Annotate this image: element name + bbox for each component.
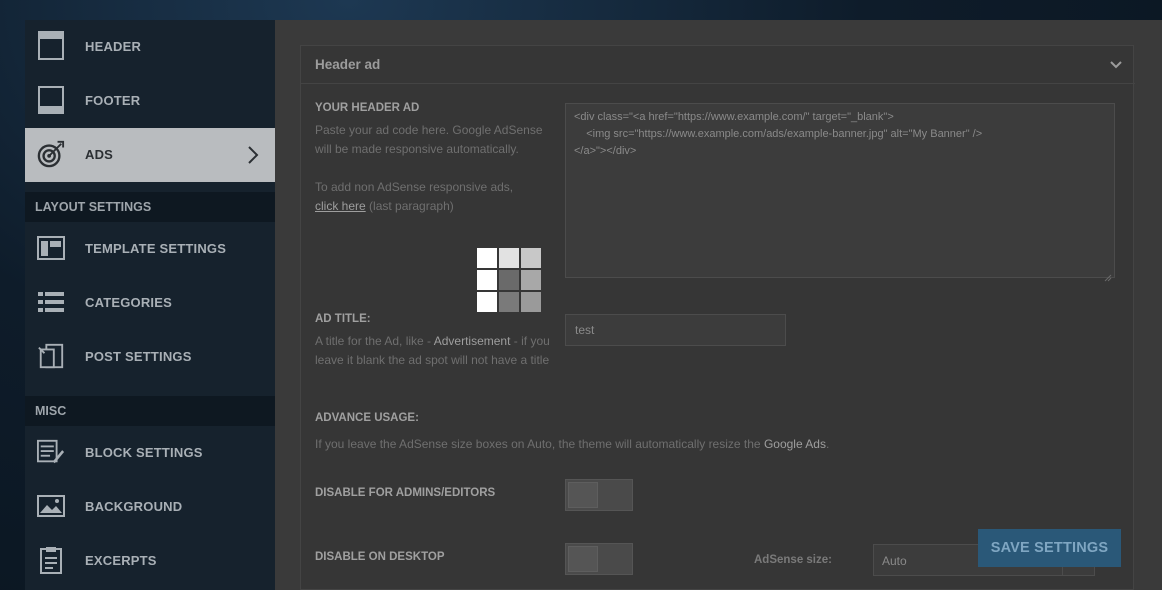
sidebar-item-footer[interactable]: FOOTER	[25, 74, 275, 128]
header-ad-nonadsense-note: To add non AdSense responsive ads, click…	[315, 180, 514, 213]
sidebar-item-template-settings[interactable]: TEMPLATE SETTINGS	[25, 222, 275, 276]
sidebar-item-label: EXCERPTS	[85, 553, 157, 568]
disable-desktop-label: DISABLE ON DESKTOP	[315, 551, 445, 563]
advance-usage-description: If you leave the AdSense size boxes on A…	[315, 437, 830, 451]
sidebar-item-post-settings[interactable]: POST SETTINGS	[25, 330, 275, 384]
sidebar-item-label: HEADER	[85, 39, 142, 54]
sidebar-item-label: CATEGORIES	[85, 295, 172, 310]
list-icon	[37, 287, 65, 317]
adsense-size-label: AdSense size:	[754, 554, 832, 566]
sidebar-section-misc: MISC	[25, 396, 275, 426]
sidebar-section-label: LAYOUT SETTINGS	[35, 200, 152, 214]
sidebar-item-ads[interactable]: ADS	[25, 128, 275, 182]
sidebar-item-label: BLOCK SETTINGS	[85, 445, 203, 460]
header-ad-label: YOUR HEADER AD	[315, 102, 420, 114]
disable-admins-label: DISABLE FOR ADMINS/EDITORS	[315, 487, 496, 499]
target-icon	[37, 139, 65, 169]
click-here-link[interactable]: click here	[315, 199, 366, 213]
disable-desktop-toggle[interactable]	[565, 543, 633, 575]
sidebar-item-categories[interactable]: CATEGORIES	[25, 276, 275, 330]
settings-sidebar: HEADER FOOTER ADS LAYOUT SETTINGS TEMPLA…	[25, 20, 275, 590]
sidebar-item-header[interactable]: HEADER	[25, 20, 275, 74]
disable-admins-toggle[interactable]	[565, 479, 633, 511]
code-line: </a>"></div>	[574, 145, 637, 157]
block-settings-icon	[37, 437, 65, 467]
sidebar-item-label: TEMPLATE SETTINGS	[85, 241, 227, 256]
post-settings-icon	[37, 341, 65, 371]
sidebar-item-block-settings[interactable]: BLOCK SETTINGS	[25, 426, 275, 480]
template-icon	[37, 233, 65, 263]
sidebar-item-label: POST SETTINGS	[85, 349, 192, 364]
sidebar-section-label: MISC	[35, 404, 67, 418]
ad-title-label: AD TITLE:	[315, 313, 371, 325]
ad-title-description: A title for the Ad, like - Advertisement…	[315, 334, 550, 367]
toggle-knob	[568, 482, 598, 508]
sidebar-item-label: ADS	[85, 147, 114, 162]
sidebar-item-excerpts[interactable]: EXCERPTS	[25, 534, 275, 588]
code-line: <img src="https://www.example.com/ads/ex…	[574, 128, 983, 140]
sidebar-item-label: BACKGROUND	[85, 499, 183, 514]
sidebar-item-background[interactable]: BACKGROUND	[25, 480, 275, 534]
header-ad-description: Paste your ad code here. Google AdSense …	[315, 123, 543, 156]
toggle-knob	[568, 546, 598, 572]
header-layout-icon	[37, 31, 65, 61]
sidebar-section-layout: LAYOUT SETTINGS	[25, 192, 275, 222]
ad-title-input[interactable]	[565, 314, 786, 346]
chevron-right-icon	[247, 145, 259, 165]
chevron-down-icon[interactable]	[1109, 58, 1123, 72]
save-settings-button[interactable]: SAVE SETTINGS	[978, 529, 1121, 567]
clipboard-icon	[37, 545, 65, 575]
footer-layout-icon	[37, 85, 65, 115]
resize-handle-icon[interactable]	[1104, 267, 1112, 282]
panel-header[interactable]: Header ad	[301, 46, 1135, 84]
sidebar-item-label: FOOTER	[85, 93, 141, 108]
adsense-size-value: Auto	[882, 554, 907, 568]
advance-usage-label: ADVANCE USAGE:	[315, 412, 419, 424]
image-icon	[37, 491, 65, 521]
header-ad-code-textarea[interactable]: <div class="<a href="https://www.example…	[565, 103, 1115, 282]
panel-title: Header ad	[315, 57, 381, 72]
loading-spinner-icon	[477, 248, 543, 314]
code-line: <div class="<a href="https://www.example…	[574, 111, 894, 123]
